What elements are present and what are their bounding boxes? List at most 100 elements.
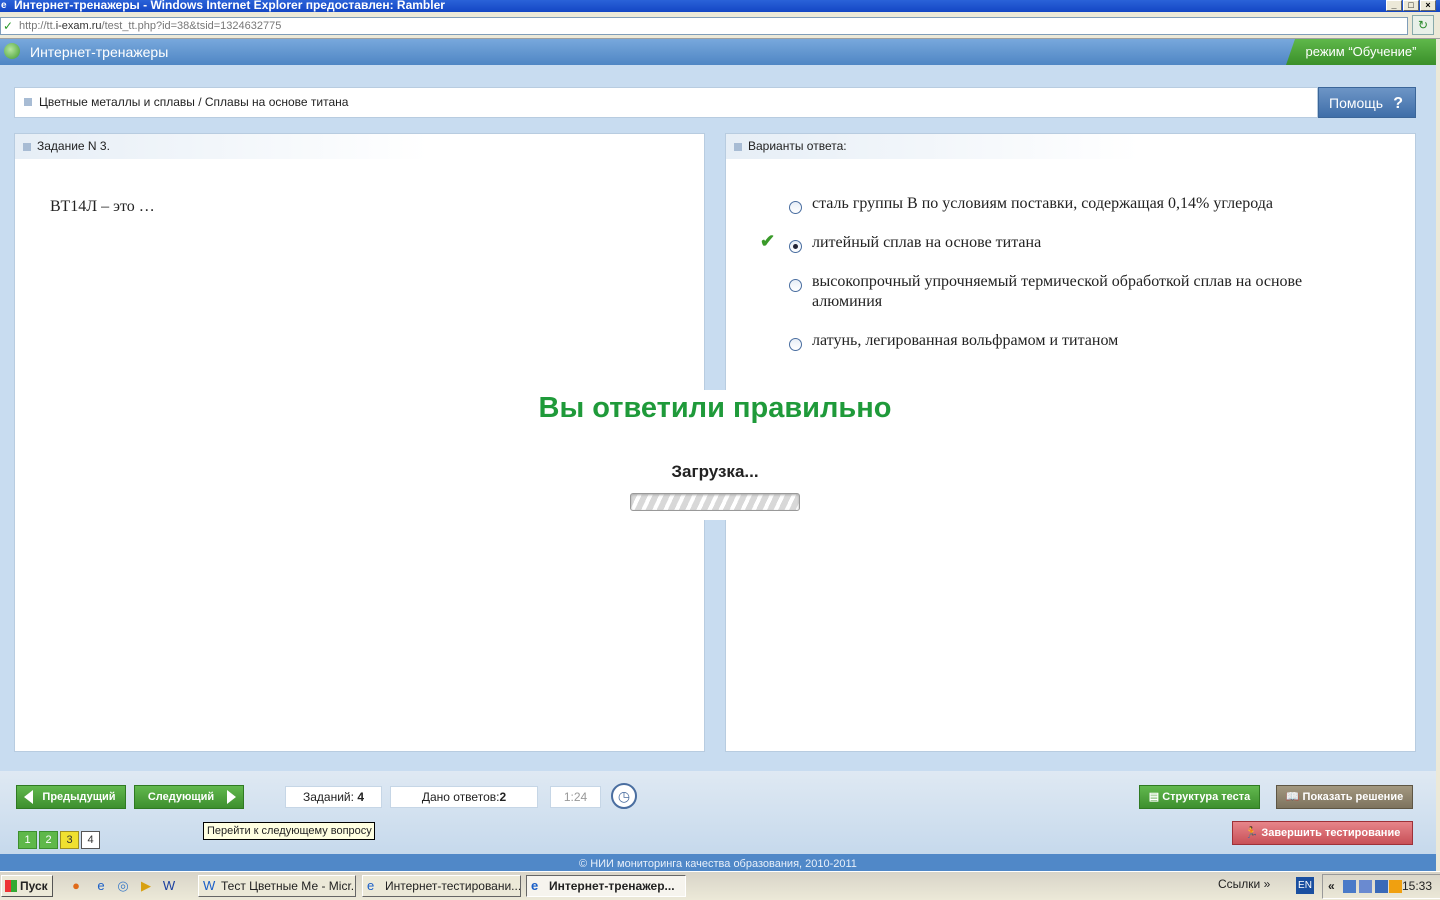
book-icon: 📖 [1285,791,1303,803]
mode-badge: режим “Обучение” [1286,39,1436,65]
taskbar-item-word[interactable]: W Тест Цветные Ме - Micr... [198,875,356,897]
url-field[interactable]: ✓ http://tt.i-exam.ru/test_tt.php?id=38&… [0,17,1408,35]
answered-counter: Дано ответов:2 [390,786,538,808]
radio-button[interactable] [789,201,802,214]
answer-text: латунь, легированная вольфрамом и титано… [812,332,1119,349]
page-button-1[interactable]: 1 [18,831,37,849]
tasks-count: 4 [357,790,364,804]
bullet-square-icon [734,143,742,151]
breadcrumb-text: Цветные металлы и сплавы / Сплавы на осн… [39,95,349,109]
clock-time: 15:33 [1401,879,1432,893]
network-icon[interactable] [1359,880,1372,893]
url-host: i-exam.ru [55,20,102,32]
answer-text: сталь группы В по условиям поставки, сод… [812,195,1273,212]
page-button-3[interactable]: 3 [60,831,79,849]
windows-taskbar: Пуск ● e ◎ ▶ W W Тест Цветные Ме - Micr.… [0,871,1440,900]
tasks-label: Заданий: [303,790,354,804]
radio-button-selected[interactable] [789,240,802,253]
tray-expand-icon[interactable]: « [1328,875,1335,898]
language-indicator[interactable]: EN [1296,877,1314,894]
window-title: Интернет-тренажеры - Windows Internet Ex… [14,0,445,12]
taskbar-item-label: Интернет-тестировани... [385,879,521,893]
media-player-icon[interactable]: ▶ [138,878,154,894]
word-doc-icon: W [203,878,216,893]
arrow-right-icon [227,790,236,804]
app-header: Интернет-тренажеры режим “Обучение” [0,39,1436,65]
start-label: Пуск [20,879,48,893]
address-bar: ✓ http://tt.i-exam.ru/test_tt.php?id=38&… [0,12,1440,39]
answered-count: 2 [499,790,507,804]
finish-label: Завершить тестирование [1261,827,1401,839]
links-label: Ссылки [1218,877,1261,891]
answer-text: литейный сплав на основе титана [812,234,1042,251]
ie-icon: e [367,878,375,893]
next-button[interactable]: Следующий [134,785,244,809]
result-overlay: Вы ответили правильно Загрузка... [530,390,900,520]
app-title: Интернет-тренажеры [30,44,169,60]
list-icon: ▤ [1148,791,1163,803]
previous-label: Предыдущий [42,791,116,803]
vertical-scrollbar[interactable] [1436,39,1440,871]
close-button[interactable]: × [1420,0,1436,11]
runner-icon: 🏃 [1244,827,1262,839]
breadcrumb: Цветные металлы и сплавы / Сплавы на осн… [14,87,1318,118]
question-text: ВТ14Л – это … [50,198,155,215]
windows-logo-icon [5,880,17,892]
loading-progress-bar [630,493,800,511]
page-button-4[interactable]: 4 [81,831,100,849]
answer-option[interactable]: ✔ литейный сплав на основе титана [726,231,1326,253]
browser-icon[interactable]: ◎ [115,878,131,894]
help-label: Помощь [1329,95,1384,111]
ie-icon: e [1,0,7,11]
task-number: Задание N 3. [37,139,110,153]
checkmark-icon: ✔ [760,231,776,251]
previous-button[interactable]: Предыдущий [16,785,126,809]
links-toolbar[interactable]: Ссылки » [1218,877,1270,891]
page-button-2[interactable]: 2 [39,831,58,849]
answer-option[interactable]: латунь, легированная вольфрамом и титано… [726,331,1326,351]
taskbar-item-ie-trainer[interactable]: e Интернет-тренажер... [526,875,686,897]
test-structure-button[interactable]: ▤ Структура теста [1139,785,1260,809]
answer-option[interactable]: высокопрочный упрочняемый термической об… [726,272,1326,312]
tasks-counter: Заданий: 4 [285,786,382,808]
footer-copyright: © НИИ мониторинга качества образования, … [0,854,1436,871]
finish-test-button[interactable]: 🏃 Завершить тестирование [1232,821,1413,845]
network-icon[interactable] [1343,880,1356,893]
question-pager: 1 2 3 4 [18,831,100,849]
question-panel-header: Задание N 3. [15,134,704,159]
firefox-icon[interactable]: ● [68,878,84,894]
taskbar-item-label: Тест Цветные Ме - Micr... [221,879,356,893]
window-titlebar: e Интернет-тренажеры - Windows Internet … [0,0,1440,12]
ie-icon[interactable]: e [93,878,109,894]
url-prefix: http://tt. [19,20,56,32]
next-label: Следующий [147,791,215,803]
start-button[interactable]: Пуск [1,875,53,897]
maximize-button[interactable]: □ [1403,0,1419,11]
timer-display: 1:24 [550,786,601,808]
minimize-button[interactable]: _ [1386,0,1402,11]
result-message: Вы ответили правильно [538,392,892,424]
answer-text: высокопрочный упрочняемый термической об… [812,273,1303,310]
system-tray: « 15:33 [1322,874,1440,899]
help-button[interactable]: Помощь ? [1318,87,1416,118]
radio-button[interactable] [789,338,802,351]
bullet-square-icon [24,98,32,106]
answer-option[interactable]: сталь группы В по условиям поставки, сод… [726,194,1326,214]
show-solution-button[interactable]: 📖 Показать решение [1276,785,1413,809]
arrow-left-icon [24,790,33,804]
volume-icon[interactable] [1375,880,1388,893]
bottom-toolbar: Предыдущий Следующий Заданий: 4 Дано отв… [0,771,1436,854]
taskbar-item-ie-testing[interactable]: e Интернет-тестировани... [362,875,521,897]
structure-label: Структура теста [1162,791,1251,803]
word-icon[interactable]: W [161,878,177,894]
next-tooltip: Перейти к следующему вопросу [203,822,375,840]
bullet-square-icon [23,143,31,151]
loading-label: Загрузка... [671,462,759,481]
go-icon[interactable]: ↻ [1412,15,1434,35]
url-path: /test_tt.php?id=38&tsid=1324632775 [101,20,282,32]
app-logo-icon [4,43,20,59]
solution-label: Показать решение [1302,791,1404,803]
radio-button[interactable] [789,279,802,292]
help-question-icon: ? [1393,95,1403,112]
warning-icon[interactable] [1389,880,1402,893]
